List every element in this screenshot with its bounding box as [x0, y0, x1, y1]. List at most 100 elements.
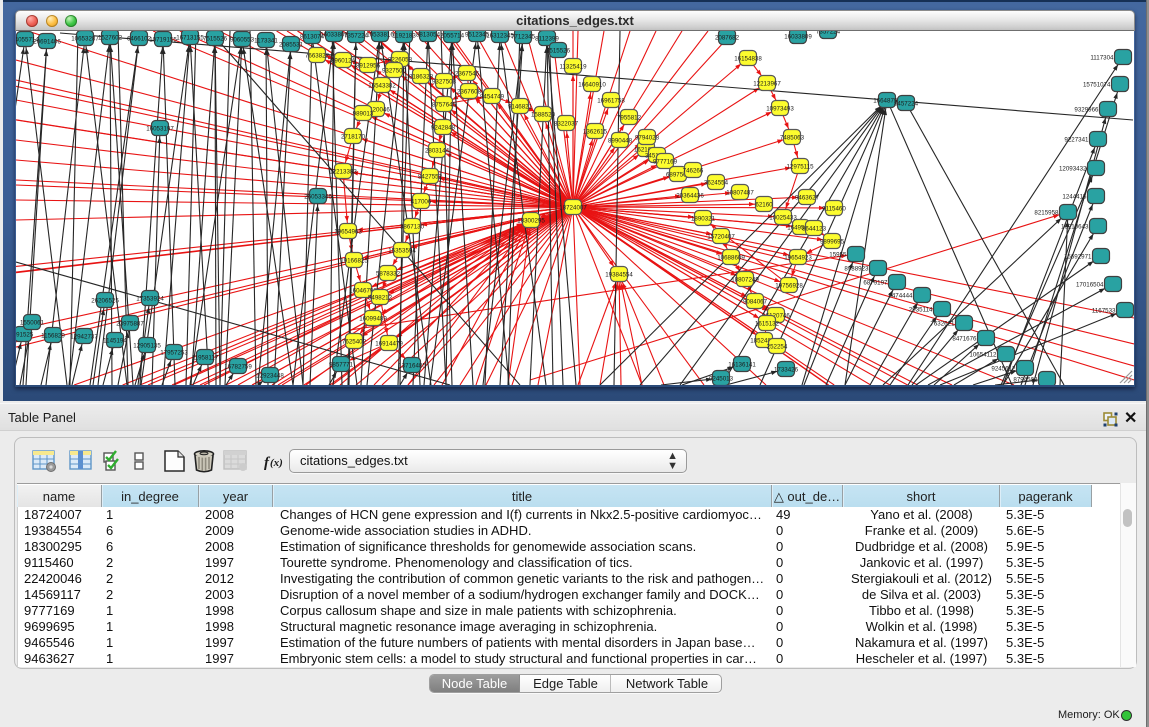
svg-text:252254: 252254	[767, 343, 788, 350]
svg-text:8112399: 8112399	[535, 35, 559, 42]
svg-text:7485063: 7485063	[780, 134, 805, 141]
svg-text:2718170: 2718170	[341, 133, 366, 140]
svg-text:2803144: 2803144	[425, 147, 450, 154]
svg-text:1156829: 1156829	[41, 332, 65, 339]
svg-text:12905135: 12905135	[133, 342, 161, 349]
svg-text:16543382: 16543382	[368, 82, 396, 89]
svg-text:13716485: 13716485	[398, 362, 426, 369]
svg-text:12975115: 12975115	[786, 163, 814, 170]
svg-text:20364436: 20364436	[676, 192, 704, 199]
svg-text:7357224: 7357224	[344, 32, 369, 39]
svg-text:11958117: 11958117	[192, 354, 219, 361]
svg-text:1244415: 1244415	[1062, 193, 1087, 200]
svg-text:12923448: 12923448	[256, 372, 284, 379]
svg-text:17016504: 17016504	[1076, 281, 1104, 288]
svg-text:8757645: 8757645	[432, 101, 457, 108]
svg-text:9245013: 9245013	[709, 375, 734, 382]
svg-text:8457224: 8457224	[894, 100, 919, 107]
svg-text:2087682: 2087682	[715, 34, 740, 41]
svg-text:991525: 991525	[16, 331, 34, 338]
svg-text:1362615: 1362615	[583, 128, 608, 135]
svg-text:23975887: 23975887	[116, 320, 144, 327]
svg-text:18724007: 18724007	[559, 204, 587, 211]
svg-text:1615132: 1615132	[755, 320, 780, 327]
svg-text:9242848: 9242848	[431, 124, 456, 131]
svg-text:17353924: 17353924	[136, 295, 164, 302]
svg-text:8427552: 8427552	[418, 173, 443, 180]
svg-text:2367546: 2367546	[455, 70, 480, 77]
svg-text:12942737: 12942737	[70, 333, 98, 340]
svg-text:9777169: 9777169	[653, 158, 678, 165]
svg-text:8471676: 8471676	[952, 335, 977, 342]
svg-text:9146821: 9146821	[508, 103, 533, 110]
svg-text:6879197: 6879197	[863, 279, 888, 286]
svg-text:7632621: 7632621	[930, 320, 955, 327]
svg-text:1890321: 1890321	[691, 215, 716, 222]
svg-text:15720407: 15720407	[707, 233, 735, 240]
svg-text:8813054: 8813054	[416, 31, 441, 38]
svg-text:7515526: 7515526	[546, 47, 571, 54]
svg-text:10807487: 10807487	[726, 189, 754, 196]
svg-text:26053346: 26053346	[304, 193, 332, 200]
svg-text:7515526: 7515526	[203, 35, 228, 42]
svg-text:2935114: 2935114	[909, 306, 933, 313]
svg-text:8794502: 8794502	[1013, 376, 1038, 383]
svg-text:3624554: 3624554	[704, 179, 729, 186]
svg-text:18300295: 18300295	[517, 217, 545, 224]
svg-text:1550061: 1550061	[20, 319, 45, 326]
svg-text:6466102: 6466102	[127, 35, 152, 42]
svg-text:20691406: 20691406	[33, 38, 61, 45]
svg-text:3867130: 3867130	[400, 223, 425, 230]
svg-text:8322037: 8322037	[554, 120, 579, 127]
svg-text:8454749: 8454749	[480, 93, 505, 100]
svg-text:5498212: 5498212	[368, 294, 393, 301]
svg-text:9245612: 9245612	[991, 365, 1016, 372]
svg-text:746266: 746266	[683, 167, 704, 174]
svg-text:10973493: 10973493	[766, 105, 794, 112]
svg-text:9227341: 9227341	[1064, 136, 1089, 143]
svg-text:12213383: 12213383	[329, 168, 357, 175]
svg-text:10688609: 10688609	[717, 254, 745, 261]
svg-text:16640910: 16640910	[578, 81, 606, 88]
svg-text:2055714: 2055714	[440, 32, 465, 39]
svg-text:8990448: 8990448	[608, 137, 633, 144]
svg-text:7625402: 7625402	[342, 338, 367, 345]
svg-text:1192183: 1192183	[392, 32, 416, 39]
svg-text:62160: 62160	[755, 201, 773, 208]
svg-text:8938923: 8938923	[844, 265, 869, 272]
svg-text:7357224: 7357224	[816, 31, 841, 35]
svg-text:7955812: 7955812	[617, 114, 642, 121]
svg-text:16136141: 16136141	[728, 361, 756, 368]
svg-text:16914479: 16914479	[375, 340, 403, 347]
svg-text:8215958: 8215958	[1034, 209, 1059, 216]
svg-text:9794028: 9794028	[635, 134, 660, 141]
svg-text:16210643: 16210643	[1061, 223, 1089, 230]
svg-text:16961758: 16961758	[597, 97, 625, 104]
svg-text:26206525: 26206525	[91, 297, 119, 304]
svg-text:9329966: 9329966	[1074, 106, 1099, 113]
svg-text:12093432: 12093432	[1059, 165, 1087, 172]
svg-text:16033809: 16033809	[784, 33, 812, 40]
svg-text:1167533: 1167533	[1092, 307, 1116, 314]
svg-text:10719155: 10719155	[149, 36, 177, 43]
svg-text:(x): (x)	[270, 457, 283, 469]
svg-text:10653287: 10653287	[71, 35, 99, 42]
svg-text:8644123: 8644123	[802, 225, 827, 232]
svg-text:10533816: 10533816	[366, 31, 394, 38]
svg-text:9084067: 9084067	[743, 298, 768, 305]
svg-text:19384554: 19384554	[605, 271, 633, 278]
svg-text:8912956: 8912956	[356, 62, 381, 69]
svg-text:1173341: 1173341	[254, 37, 278, 44]
svg-text:16053197: 16053197	[146, 125, 174, 132]
svg-text:1527602: 1527602	[98, 34, 123, 41]
svg-text:12213967: 12213967	[753, 80, 781, 87]
svg-text:9474444: 9474444	[888, 292, 913, 299]
svg-text:9463627: 9463627	[795, 194, 820, 201]
svg-text:9327500: 9327500	[382, 67, 407, 74]
svg-text:2367608: 2367608	[457, 88, 482, 95]
svg-text:5878332: 5878332	[376, 270, 401, 277]
svg-text:11325419: 11325419	[559, 63, 587, 70]
svg-text:16782759: 16782759	[224, 363, 252, 370]
svg-text:19654923: 19654923	[784, 254, 812, 261]
svg-text:9115460: 9115460	[822, 205, 846, 212]
